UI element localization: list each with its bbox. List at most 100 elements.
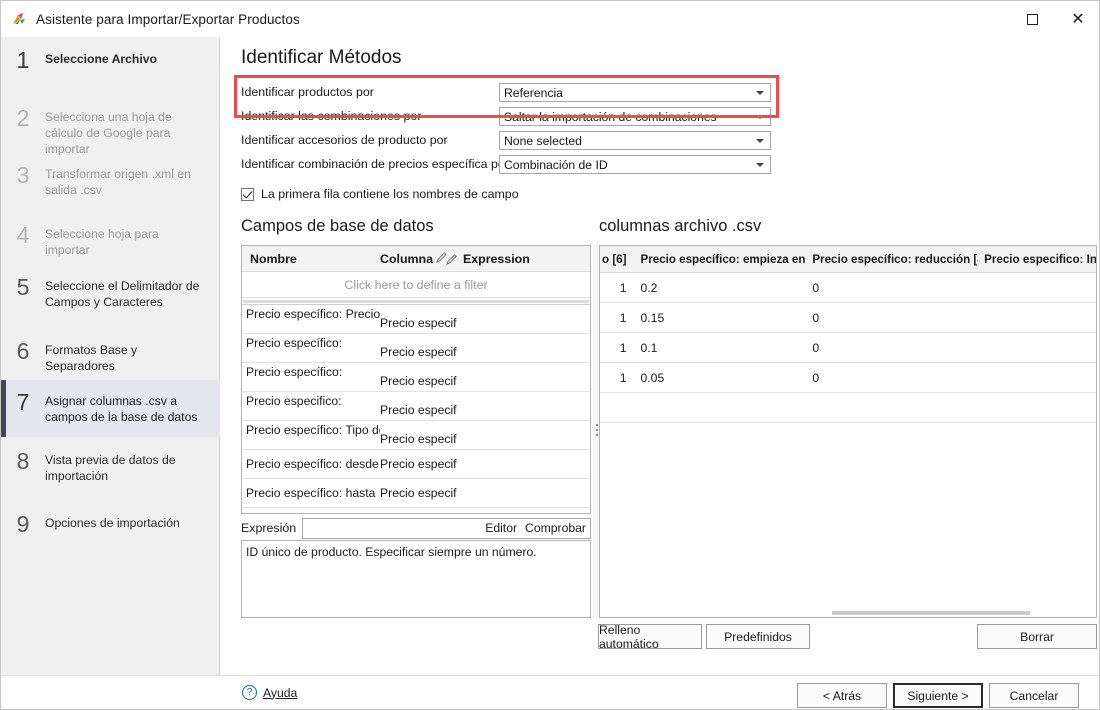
csv-cell: 0.05 — [640, 370, 665, 385]
define-filter-row[interactable]: Click here to define a filter — [242, 272, 590, 298]
csv-cell: 1 — [619, 280, 627, 295]
sidebar-step-3[interactable]: 3 Transformar origen .xml en salida .csv — [1, 163, 220, 205]
define-filter-hint: Click here to define a filter — [344, 277, 488, 292]
sidebar-step-9[interactable]: 9 Opciones de importación — [1, 512, 220, 554]
table-row[interactable]: Precio específico: Tipo de Precio especi… — [242, 421, 590, 450]
step-label: Transformar origen .xml en salida .csv — [45, 167, 191, 197]
step-label: Opciones de importación — [45, 516, 180, 530]
expression-editor-button[interactable]: Editor — [485, 521, 517, 535]
identify-products-select[interactable]: Referencia — [499, 83, 771, 102]
footer-bar: ? Ayuda < Atrás Siguiente > Cancelar — [1, 675, 1099, 709]
db-row-name: Precio específico: Tipo de — [246, 423, 380, 437]
db-col-header-nombre[interactable]: Nombre — [242, 252, 380, 266]
db-row-column: Precio especif — [380, 403, 457, 417]
sidebar-step-6[interactable]: 6 Formatos Base y Separadores — [1, 339, 220, 381]
sidebar-step-7[interactable]: 7 Asignar columnas .csv a campos de la b… — [1, 380, 220, 437]
splitter-grip-icon — [596, 423, 598, 440]
first-row-header-label: La primera fila contiene los nombres de … — [261, 187, 519, 201]
csv-cell: 0 — [812, 280, 820, 295]
db-fields-heading: Campos de base de datos — [241, 217, 434, 235]
maximize-button[interactable] — [1009, 1, 1055, 37]
db-row-column: Precio especif — [380, 486, 457, 500]
csv-columns-grid[interactable]: o [6] Precio específico: empieza en [7] … — [599, 245, 1097, 618]
pencil-icon — [436, 251, 446, 263]
identify-combinations-value: Saltar la importación de combinaciones — [504, 109, 717, 124]
csv-cell: 0 — [812, 310, 820, 325]
table-row[interactable]: Precio específico: Precio Precio especif — [242, 305, 590, 334]
csv-cell: 0.15 — [640, 310, 665, 325]
db-row-column: Precio especif — [380, 432, 457, 446]
next-button[interactable]: Siguiente > — [893, 683, 983, 708]
help-link[interactable]: ? Ayuda — [242, 685, 297, 700]
csv-cell: 1 — [619, 340, 627, 355]
db-row-name: Precio específico: hasta — [246, 486, 376, 500]
table-row[interactable]: Precio específico: Precio especif — [242, 363, 590, 392]
close-button[interactable]: ✕ — [1055, 1, 1099, 37]
db-fields-grid[interactable]: Nombre Columna Expression Click here to … — [241, 245, 591, 514]
sidebar-step-4[interactable]: 4 Seleccione hoja para importar — [1, 223, 220, 265]
identify-products-label: Identificar productos por — [241, 85, 374, 99]
step-number: 2 — [16, 105, 30, 131]
sidebar-step-2[interactable]: 2 Selecciona una hoja de cálculo de Goog… — [1, 105, 220, 157]
db-row-column: Precio especif — [380, 316, 457, 330]
step-number: 5 — [16, 274, 30, 300]
db-col-header-columna-text: Columna — [380, 252, 434, 266]
csv-col-header-1[interactable]: Precio específico: empieza en [7] — [635, 253, 807, 266]
table-row[interactable]: 1 0.1 0 — [600, 333, 1096, 363]
step-number: 9 — [16, 511, 30, 537]
table-row-empty[interactable] — [600, 393, 1096, 423]
step-label: Seleccione el Delimitador de Campos y Ca… — [45, 279, 200, 309]
step-number: 3 — [16, 162, 30, 188]
table-row[interactable]: 1 0.15 0 — [600, 303, 1096, 333]
sidebar-step-8[interactable]: 8 Vista previa de datos de importación — [1, 449, 220, 491]
csv-col-header-3[interactable]: Precio especifico: In — [978, 253, 1096, 266]
identify-accessories-label: Identificar accesorios de producto por — [241, 133, 448, 147]
table-row[interactable]: Precio especifico: Precio especif — [242, 392, 590, 421]
csv-col-header-2[interactable]: Precio específico: reducción [8] — [806, 253, 978, 266]
expression-input[interactable]: Editor Comprobar — [302, 517, 591, 539]
identify-combinations-select[interactable]: Saltar la importación de combinaciones — [499, 107, 771, 126]
step-label: Asignar columnas .csv a campos de la bas… — [45, 394, 198, 424]
expression-check-button[interactable]: Comprobar — [525, 521, 586, 535]
first-row-header-checkbox[interactable]: La primera fila contiene los nombres de … — [241, 187, 519, 201]
grid-scroll-indicator[interactable] — [242, 298, 590, 305]
identify-accessories-select[interactable]: None selected — [499, 131, 771, 150]
sidebar-step-5[interactable]: 5 Seleccione el Delimitador de Campos y … — [1, 275, 220, 317]
table-row[interactable]: 1 0.05 0 — [600, 363, 1096, 393]
step-number: 4 — [16, 222, 30, 248]
sidebar-step-1[interactable]: 1 Seleccione Archivo — [1, 48, 220, 90]
expression-label: Expresión — [241, 521, 297, 535]
db-col-header-columna[interactable]: Columna — [380, 251, 446, 266]
csv-columns-heading: columnas archivo .csv — [599, 217, 762, 235]
autofill-button[interactable]: Relleno automático — [598, 623, 702, 651]
step-number: 7 — [16, 389, 30, 415]
db-row-name: Precio específico: — [246, 365, 343, 379]
identify-specific-price-select[interactable]: Combinación de ID — [499, 155, 771, 174]
csv-col-header-0[interactable]: o [6] — [600, 253, 635, 266]
app-leaf-icon — [11, 11, 27, 27]
checkbox-icon — [241, 187, 254, 201]
csv-cell: 0 — [812, 370, 820, 385]
db-row-name: Precio específico: Precio — [246, 307, 380, 321]
help-label: Ayuda — [263, 685, 298, 700]
back-button[interactable]: < Atrás — [797, 683, 887, 708]
step-label: Selecciona una hoja de cálculo de Google… — [45, 110, 172, 156]
step-label: Seleccione Archivo — [45, 52, 157, 66]
horizontal-scrollbar[interactable] — [600, 608, 1096, 617]
table-row[interactable]: Precio específico: hasta Precio especif — [242, 479, 590, 508]
table-row[interactable]: Precio específico: desde Precio especif — [242, 450, 590, 479]
table-row[interactable]: Precio específico: Precio especif — [242, 334, 590, 363]
db-col-header-expression[interactable]: Expression — [446, 252, 530, 266]
form-row-identify-products: Identificar productos por Referencia — [241, 81, 789, 103]
clear-button[interactable]: Borrar — [977, 624, 1097, 649]
wizard-steps-sidebar: 1 Seleccione Archivo 2 Selecciona una ho… — [1, 37, 220, 675]
window-title: Asistente para Importar/Exportar Product… — [36, 11, 300, 27]
cancel-button[interactable]: Cancelar — [989, 683, 1079, 708]
table-row[interactable]: 1 0.2 0 — [600, 273, 1096, 303]
presets-button[interactable]: Predefinidos — [706, 624, 810, 649]
scrollbar-thumb[interactable] — [832, 611, 1030, 615]
identify-specific-price-value: Combinación de ID — [504, 157, 608, 172]
step-number: 6 — [16, 338, 30, 364]
expression-row: Expresión Editor Comprobar — [241, 517, 591, 539]
db-row-column: Precio especif — [380, 374, 457, 388]
